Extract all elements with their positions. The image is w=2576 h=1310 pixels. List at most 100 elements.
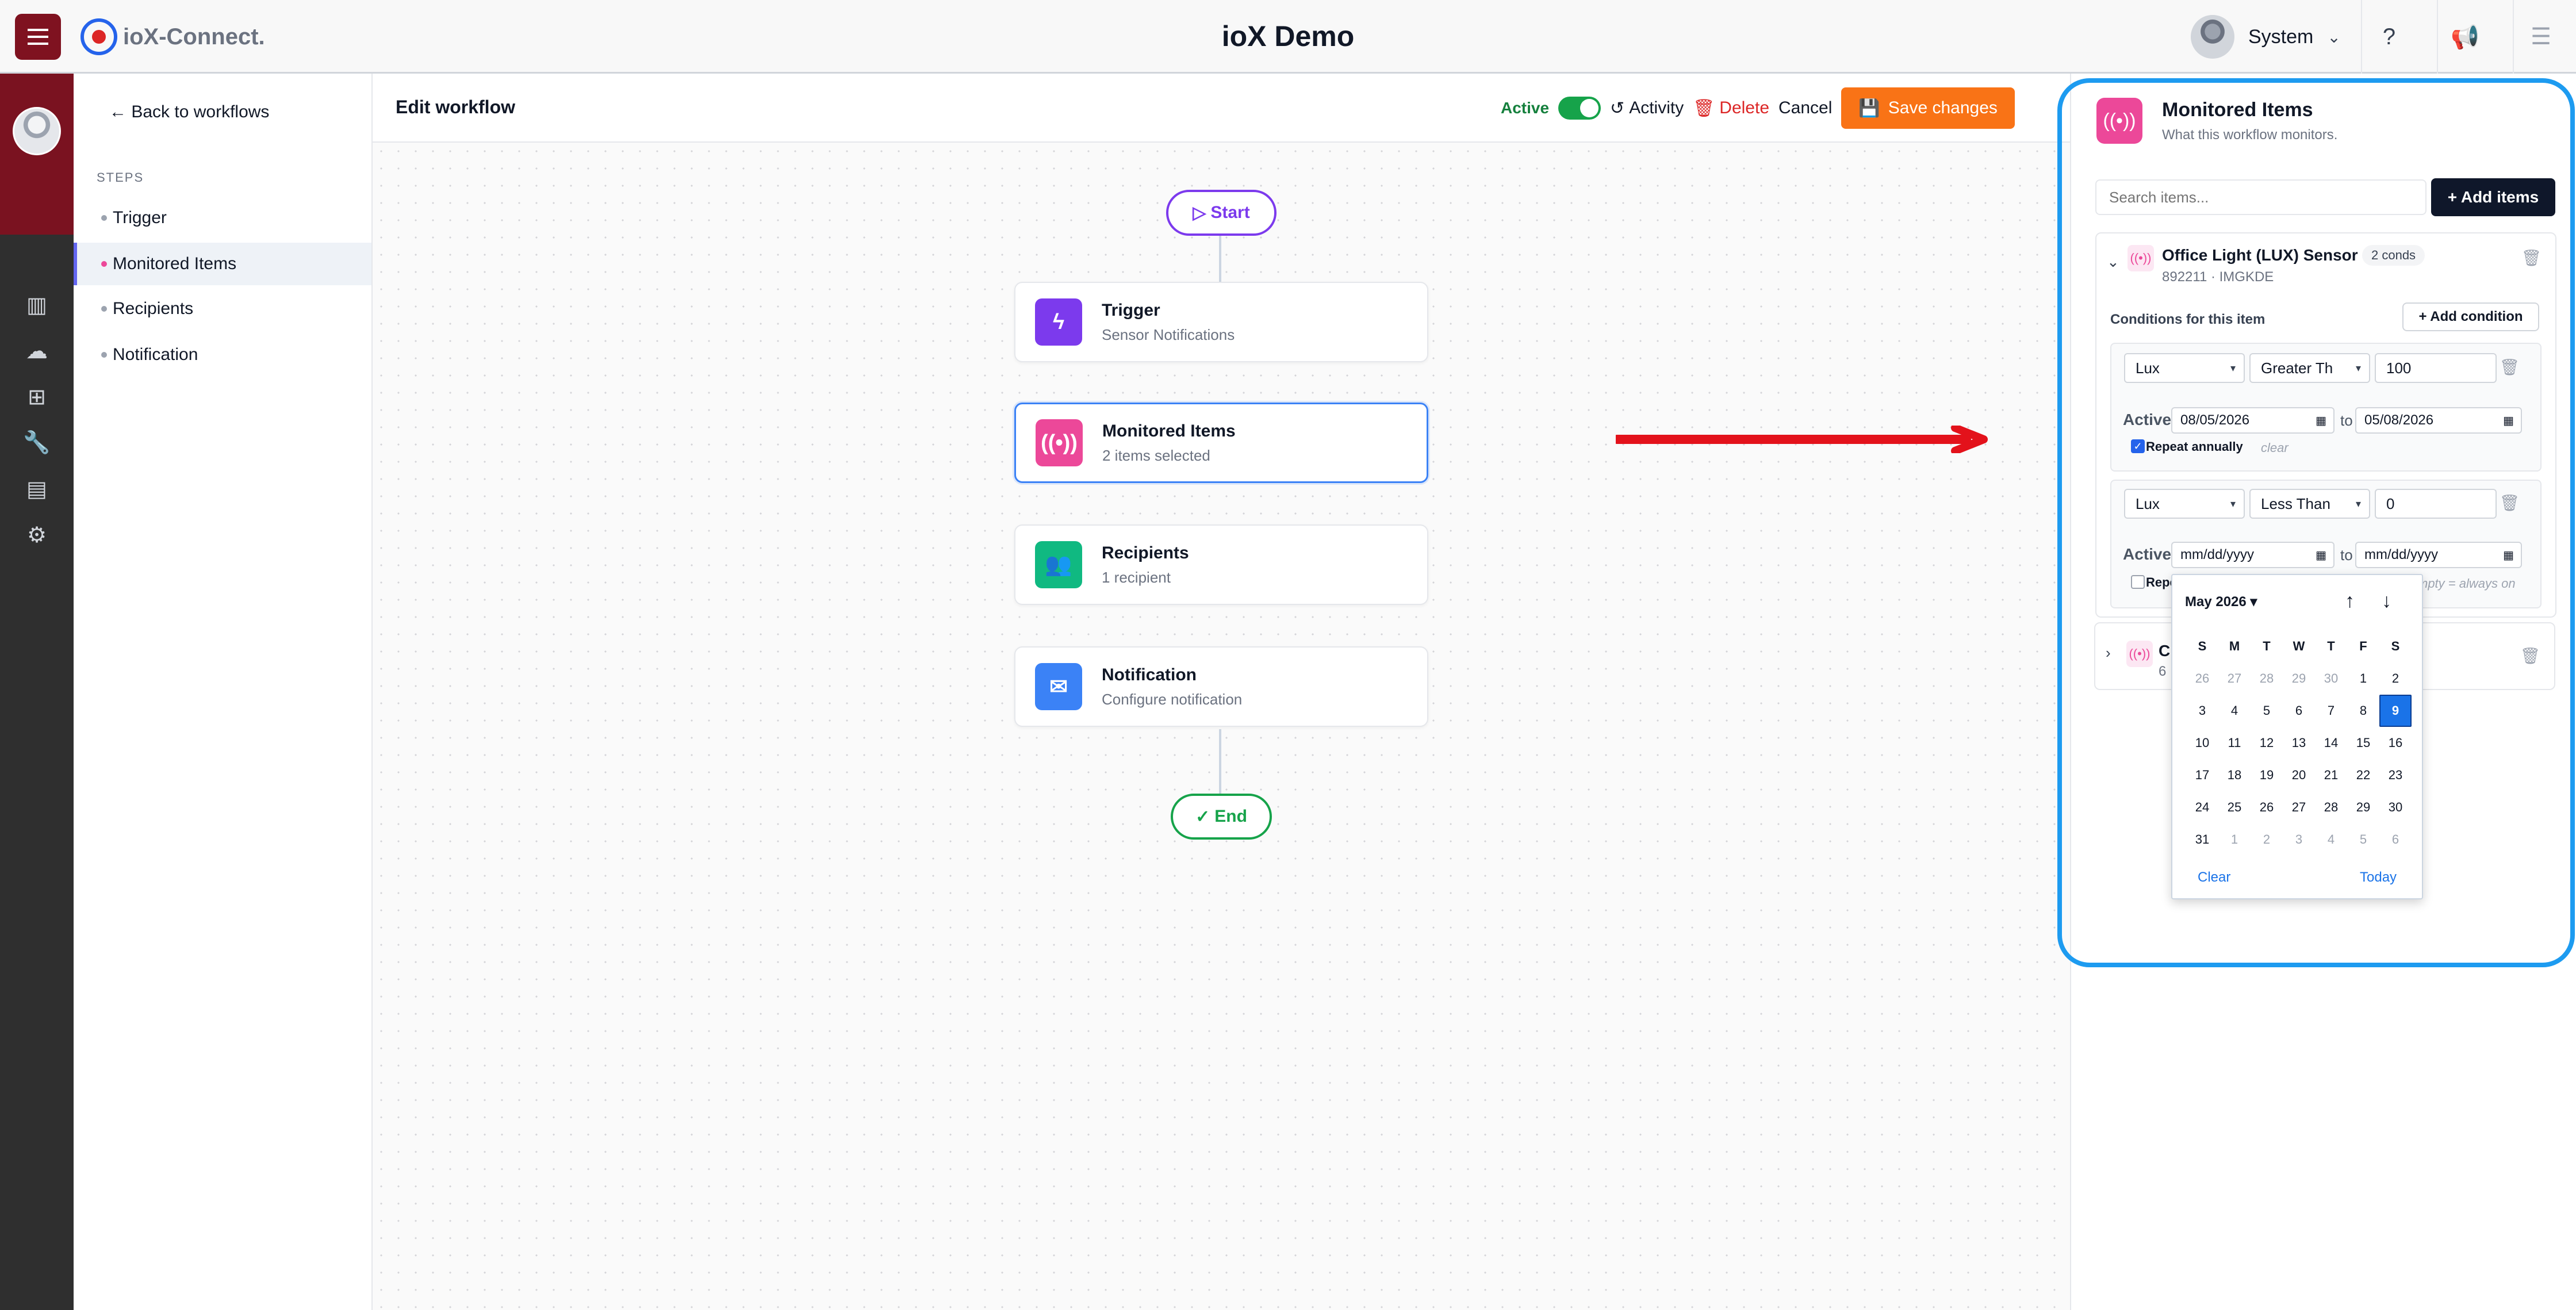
monitored-items-node[interactable]: ((•)) Monitored Items 2 items selected (1014, 403, 1428, 483)
save-changes-button[interactable]: 💾 Save changes (1841, 87, 2015, 129)
clear-button[interactable]: Clear (2198, 869, 2230, 886)
calendar-day[interactable]: 20 (2283, 759, 2315, 791)
workflow-canvas[interactable]: Edit workflow Active ↺ Activity 🗑 Delete C… (373, 74, 2070, 1310)
wrench-icon[interactable]: 🔧 (17, 426, 56, 460)
active-from-date[interactable]: mm/dd/yyyy ▦ (2171, 542, 2334, 568)
active-to-date[interactable]: mm/dd/yyyy ▦ (2355, 542, 2522, 568)
announcements-button[interactable]: 📢 (2437, 0, 2492, 74)
arrow-up-icon[interactable]: ↑ (2345, 590, 2355, 612)
month-selector[interactable]: May 2026 ▾ (2185, 593, 2257, 610)
calendar-day[interactable]: 1 (2218, 823, 2251, 856)
calendar-day-selected[interactable]: 9 (2379, 695, 2412, 727)
calendar-day[interactable]: 17 (2186, 759, 2218, 791)
step-trigger[interactable]: Trigger (74, 197, 371, 239)
active-from-date[interactable]: 08/05/2026 ▦ (2171, 407, 2334, 434)
calendar-day[interactable]: 30 (2315, 662, 2347, 695)
calendar-day[interactable]: 19 (2251, 759, 2283, 791)
calendar-day[interactable]: 10 (2186, 727, 2218, 759)
today-button[interactable]: Today (2360, 869, 2397, 886)
calendar-day[interactable]: 15 (2347, 727, 2379, 759)
calendar-day[interactable]: 30 (2379, 791, 2412, 823)
repeat-annually-checkbox[interactable] (2131, 575, 2145, 589)
step-dot (101, 306, 107, 312)
profile-avatar[interactable] (13, 107, 61, 155)
calendar-day[interactable]: 5 (2347, 823, 2379, 856)
calendar-day[interactable]: 14 (2315, 727, 2347, 759)
trash-icon[interactable]: 🗑 (2521, 248, 2542, 267)
list-menu-button[interactable]: ☰ (2513, 0, 2568, 74)
notification-node[interactable]: ✉ Notification Configure notification (1014, 646, 1428, 727)
gear-icon[interactable]: ⚙ (17, 518, 56, 552)
calendar-day[interactable]: 8 (2347, 695, 2379, 727)
calendar-day[interactable]: 26 (2251, 791, 2283, 823)
calendar-day[interactable]: 18 (2218, 759, 2251, 791)
step-recipients[interactable]: Recipients (74, 288, 371, 330)
calendar-day[interactable]: 7 (2315, 695, 2347, 727)
active-to-date[interactable]: 05/08/2026 ▦ (2355, 407, 2522, 434)
calendar-day[interactable]: 25 (2218, 791, 2251, 823)
calendar-day[interactable]: 23 (2379, 759, 2412, 791)
calendar-day[interactable]: 12 (2251, 727, 2283, 759)
calendar-day[interactable]: 27 (2283, 791, 2315, 823)
operator-select[interactable]: Less Than ▾ (2249, 489, 2370, 519)
calendar-day[interactable]: 28 (2251, 662, 2283, 695)
search-items-input[interactable] (2095, 179, 2426, 215)
active-toggle[interactable] (1558, 97, 1601, 120)
calendar-day[interactable]: 1 (2347, 662, 2379, 695)
hierarchy-icon[interactable]: ⊞ (17, 380, 56, 414)
calendar-day[interactable]: 21 (2315, 759, 2347, 791)
trigger-node[interactable]: ϟ Trigger Sensor Notifications (1014, 282, 1428, 362)
archive-icon[interactable]: ▤ (17, 472, 56, 506)
clear-link[interactable]: clear (2261, 441, 2288, 455)
calendar-day[interactable]: 5 (2251, 695, 2283, 727)
metric-select[interactable]: Lux ▾ (2124, 353, 2245, 383)
calendar-day[interactable]: 6 (2283, 695, 2315, 727)
calendar-day[interactable]: 2 (2379, 662, 2412, 695)
trash-icon[interactable]: 🗑 (2520, 646, 2540, 665)
start-node[interactable]: ▷ Start (1166, 190, 1276, 236)
calendar-day[interactable]: 13 (2283, 727, 2315, 759)
step-monitored-items[interactable]: Monitored Items (74, 243, 371, 285)
add-items-button[interactable]: + Add items (2431, 178, 2555, 216)
calendar-day[interactable]: 2 (2251, 823, 2283, 856)
trash-icon[interactable]: 🗑 (2499, 493, 2520, 512)
back-to-workflows-link[interactable]: ← Back to workflows (109, 102, 269, 122)
end-node[interactable]: ✓ End (1171, 794, 1272, 840)
calendar-day[interactable]: 11 (2218, 727, 2251, 759)
threshold-input[interactable]: 100 (2375, 353, 2497, 383)
add-condition-button[interactable]: + Add condition (2402, 302, 2539, 331)
broadcast-icon: ((•)) (1036, 419, 1083, 466)
calendar-day[interactable]: 4 (2218, 695, 2251, 727)
calendar-day[interactable]: 26 (2186, 662, 2218, 695)
trash-icon[interactable]: 🗑 (2499, 358, 2520, 377)
chart-icon[interactable]: ▥ (17, 288, 56, 322)
calendar-day[interactable]: 27 (2218, 662, 2251, 695)
cancel-button[interactable]: Cancel (1778, 98, 1832, 118)
delete-button[interactable]: 🗑 Delete (1693, 98, 1769, 118)
calendar-day[interactable]: 31 (2186, 823, 2218, 856)
arrow-down-icon[interactable]: ↓ (2382, 590, 2391, 612)
calendar-day[interactable]: 29 (2347, 791, 2379, 823)
step-notification[interactable]: Notification (74, 334, 371, 376)
calendar-day[interactable]: 22 (2347, 759, 2379, 791)
calendar-day[interactable]: 24 (2186, 791, 2218, 823)
cloud-icon[interactable]: ☁ (17, 334, 56, 368)
calendar-day[interactable]: 29 (2283, 662, 2315, 695)
recipients-node[interactable]: 👥 Recipients 1 recipient (1014, 524, 1428, 605)
metric-select[interactable]: Lux ▾ (2124, 489, 2245, 519)
item-header[interactable]: ⌄ ((•)) Office Light (LUX) Sensor 2 cond… (2096, 233, 2555, 297)
calendar-day[interactable]: 3 (2186, 695, 2218, 727)
calendar-day[interactable]: 3 (2283, 823, 2315, 856)
calendar-day[interactable]: 16 (2379, 727, 2412, 759)
operator-select[interactable]: Greater Th ▾ (2249, 353, 2370, 383)
threshold-input[interactable]: 0 (2375, 489, 2497, 519)
calendar-day[interactable]: 28 (2315, 791, 2347, 823)
activity-button[interactable]: ↺ Activity (1610, 98, 1684, 118)
calendar-day[interactable]: 4 (2315, 823, 2347, 856)
chevron-right-icon[interactable]: › (2106, 644, 2111, 662)
calendar-day[interactable]: 6 (2379, 823, 2412, 856)
help-button[interactable]: ? (2361, 0, 2416, 74)
repeat-annually-checkbox[interactable]: ✓ (2131, 439, 2145, 453)
chevron-down-icon[interactable]: ⌄ (2107, 253, 2119, 271)
user-menu[interactable]: System ⌄ (2191, 12, 2341, 62)
